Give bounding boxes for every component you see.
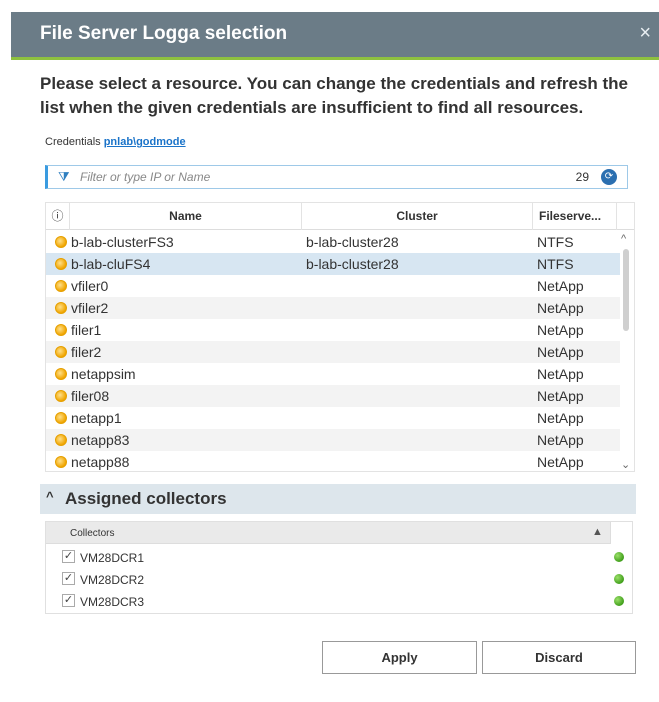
status-ok-icon [614,552,624,562]
status-ok-icon [614,574,624,584]
collectors-table: Collectors ▲ ✓ VM28DCR1 ✓ VM28DCR2 ✓ VM28DCR3 [45,521,633,614]
resource-status-icon [55,368,67,380]
filter-input[interactable] [80,168,560,186]
collector-row: ✓ VM28DCR1 [46,546,632,568]
filter-icon: ⧩ [58,169,70,184]
dialog-title: File Server Logga selection [40,23,288,44]
collector-checkbox[interactable]: ✓ [62,572,75,585]
resource-fileserver-type: NetApp [537,278,584,294]
table-row[interactable]: filer08 NetApp [46,385,620,407]
fileserver-column-header[interactable]: Fileserve... [533,203,617,230]
resource-cluster: b-lab-cluster28 [306,256,399,272]
resource-name: vfiler2 [71,300,109,316]
collector-checkbox[interactable]: ✓ [62,594,75,607]
resource-name: netapp88 [71,454,130,470]
resource-name: netapp1 [71,410,122,426]
close-icon[interactable]: × [639,22,651,45]
resource-name: filer1 [71,322,102,338]
collectors-column-header[interactable]: Collectors [70,528,114,539]
resource-name: vfiler0 [71,278,109,294]
refresh-icon[interactable]: ⟳ [601,169,617,185]
resource-name: b-lab-clusterFS3 [71,234,174,250]
table-row[interactable]: netapp83 NetApp [46,429,620,451]
resource-status-icon [55,456,67,468]
result-count: 29 [575,170,589,184]
resource-fileserver-type: NTFS [537,234,574,250]
section-title: Assigned collectors [65,489,227,508]
credentials-link[interactable]: pnlab\godmode [104,136,186,148]
resource-status-icon [55,324,67,336]
resource-fileserver-type: NetApp [537,322,584,338]
resource-name: netapp83 [71,432,130,448]
resource-name: netappsim [71,366,136,382]
resource-status-icon [55,280,67,292]
resource-fileserver-type: NetApp [537,432,584,448]
name-column-header[interactable]: Name [70,203,302,230]
table-row[interactable]: filer2 NetApp [46,341,620,363]
status-ok-icon [614,596,624,606]
collectors-header: Collectors ▲ [46,522,632,544]
table-row[interactable]: netapp1 NetApp [46,407,620,429]
resource-fileserver-type: NetApp [537,388,584,404]
resource-fileserver-type: NTFS [537,256,574,272]
resource-status-icon [55,412,67,424]
collector-name: VM28DCR1 [80,551,145,565]
collector-row: ✓ VM28DCR2 [46,568,632,590]
resource-status-icon [55,434,67,446]
table-header: ⓘ Name Cluster Fileserve... [46,203,634,230]
scrollbar-thumb[interactable] [623,249,629,331]
resource-fileserver-type: NetApp [537,344,584,360]
table-row[interactable]: b-lab-clusterFS3 b-lab-cluster28 NTFS [46,231,620,253]
resource-status-icon [55,346,67,358]
collector-row: ✓ VM28DCR3 [46,590,632,612]
collector-name: VM28DCR3 [80,595,145,609]
resource-name: filer2 [71,344,102,360]
table-scrollbar[interactable]: ^ ⌄ [620,231,632,471]
resource-status-icon [55,390,67,402]
collector-name: VM28DCR2 [80,573,145,587]
resource-fileserver-type: NetApp [537,366,584,382]
info-column-header[interactable]: ⓘ [46,203,70,230]
cluster-column-header[interactable]: Cluster [302,203,533,230]
table-row[interactable]: b-lab-cluFS4 b-lab-cluster28 NTFS [46,253,620,275]
resource-cluster: b-lab-cluster28 [306,234,399,250]
table-row[interactable]: vfiler0 NetApp [46,275,620,297]
resource-name: b-lab-cluFS4 [71,256,151,272]
table-row[interactable]: vfiler2 NetApp [46,297,620,319]
table-body: b-lab-clusterFS3 b-lab-cluster28 NTFS b-lab… [46,231,620,473]
resource-fileserver-type: NetApp [537,454,584,470]
resource-table: ⓘ Name Cluster Fileserve... b-lab-cluste… [45,202,635,472]
scroll-down-icon[interactable]: ⌄ [621,458,630,471]
dialog-titlebar: File Server Logga selection × [11,12,659,57]
table-row[interactable]: filer1 NetApp [46,319,620,341]
credentials-label: Credentials [45,136,101,148]
table-row[interactable]: netappsim NetApp [46,363,620,385]
collector-checkbox[interactable]: ✓ [62,550,75,563]
table-row[interactable]: netapp88 NetApp [46,451,620,473]
filter-box: ⧩ 29 ⟳ [45,165,628,189]
resource-fileserver-type: NetApp [537,410,584,426]
resource-fileserver-type: NetApp [537,300,584,316]
resource-status-icon [55,236,67,248]
sort-ascending-icon[interactable]: ▲ [592,526,603,538]
header-filler [610,522,632,544]
discard-button[interactable]: Discard [482,641,636,674]
resource-status-icon [55,258,67,270]
resource-status-icon [55,302,67,314]
instructions-text: Please select a resource. You can change… [40,74,629,117]
chevron-up-icon[interactable]: ^ [46,489,54,504]
title-accent-line [11,57,659,60]
assigned-collectors-header[interactable]: ^ Assigned collectors [40,484,636,514]
credentials-line: Credentials pnlab\godmode [45,136,186,148]
scroll-up-icon[interactable]: ^ [621,233,626,245]
apply-button[interactable]: Apply [322,641,477,674]
resource-name: filer08 [71,388,110,404]
